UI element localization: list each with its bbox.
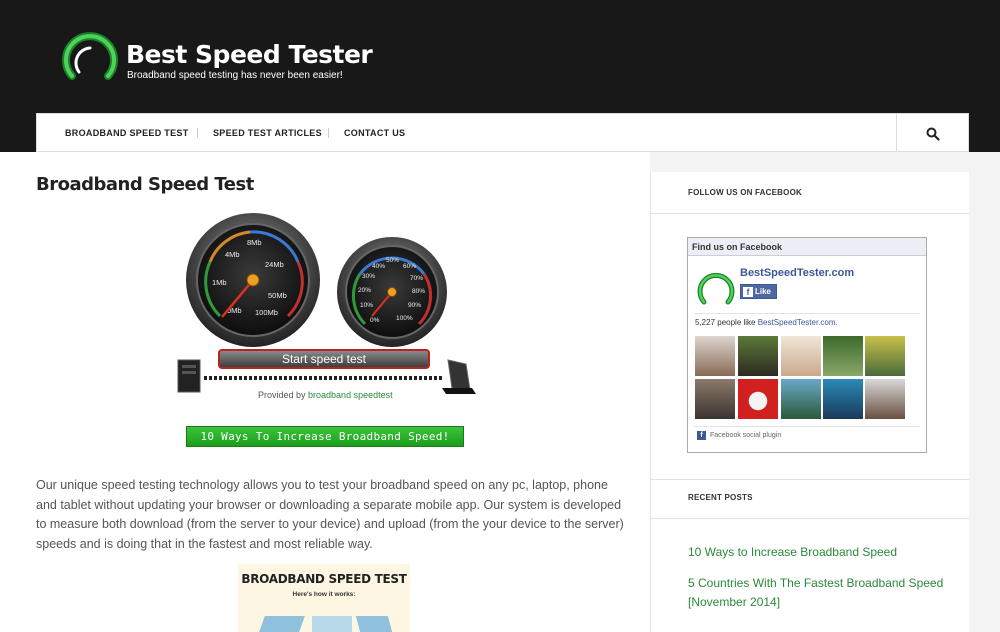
facebook-like-button[interactable]: f Like xyxy=(740,284,777,299)
avatar[interactable] xyxy=(781,379,821,419)
infographic-shape xyxy=(259,616,305,632)
avatar[interactable] xyxy=(823,336,863,376)
facebook-page-name[interactable]: BestSpeedTester.com xyxy=(740,267,854,279)
fb-divider xyxy=(694,313,920,314)
facebook-icon: f xyxy=(697,431,706,440)
progress-gauge: 0% 10% 20% 30% 40% 50% 60% 70% 80% 90% 1… xyxy=(337,237,447,347)
infographic-image[interactable]: BROADBAND SPEED TEST Here's how it works… xyxy=(238,564,410,632)
gauge-tick-label: 60% xyxy=(403,263,416,270)
widget-divider xyxy=(651,479,971,480)
recent-post-link[interactable]: 5 Countries With The Fastest Broadband S… xyxy=(688,574,958,612)
widget-divider xyxy=(651,518,971,519)
gauge-tick-label: 100Mb xyxy=(255,308,278,317)
facebook-icon: f xyxy=(743,287,753,297)
avatar[interactable] xyxy=(781,336,821,376)
start-speed-test-button[interactable]: Start speed test xyxy=(218,349,430,369)
gauge-tick-label: 90% xyxy=(408,302,421,309)
search-button[interactable] xyxy=(896,114,968,152)
speedometer-widget: 0Mb 1Mb 4Mb 8Mb 24Mb 50Mb 100Mb 0% 10% 2… xyxy=(177,213,476,394)
nav-item-broadband-speed-test[interactable]: BROADBAND SPEED TEST xyxy=(65,114,189,152)
widget-divider xyxy=(651,213,971,214)
fb-divider xyxy=(694,426,920,427)
gauge-tick-label: 1Mb xyxy=(212,278,227,287)
page-title: Broadband Speed Test xyxy=(36,174,254,195)
search-icon xyxy=(926,127,940,141)
intro-paragraph: Our unique speed testing technology allo… xyxy=(36,478,624,551)
gauge-tick-label: 30% xyxy=(362,273,375,280)
provided-by-label: Provided by xyxy=(258,390,309,400)
facebook-plugin-label[interactable]: Facebook social plugin xyxy=(710,432,781,439)
avatar[interactable] xyxy=(695,336,735,376)
site-title[interactable]: Best Speed Tester xyxy=(126,40,373,69)
provided-by-text: Provided by broadband speedtest xyxy=(258,390,393,400)
facebook-fan-faces xyxy=(695,336,907,420)
avatar[interactable] xyxy=(738,336,778,376)
page-margin xyxy=(969,152,1000,632)
gauge-tick-label: 50Mb xyxy=(268,291,287,300)
like-label: Like xyxy=(755,287,772,296)
site-tagline: Broadband speed testing has never been e… xyxy=(127,70,343,81)
recent-posts-title: RECENT POSTS xyxy=(688,493,753,502)
avatar[interactable] xyxy=(865,379,905,419)
gauge-tick-label: 24Mb xyxy=(265,260,284,269)
facebook-widget-title: FOLLOW US ON FACEBOOK xyxy=(688,188,802,197)
infographic-shape xyxy=(355,616,393,632)
main-nav: BROADBAND SPEED TEST SPEED TEST ARTICLES… xyxy=(36,113,969,152)
gauge-tick-label: 20% xyxy=(358,287,371,294)
avatar[interactable] xyxy=(865,336,905,376)
gauge-tick-label: 70% xyxy=(410,275,423,282)
facebook-box-header: Find us on Facebook xyxy=(688,238,926,256)
computer-icon xyxy=(177,359,201,393)
main-content: Broadband Speed Test 0Mb 1Mb 4Mb 8Mb 24M… xyxy=(0,152,650,632)
sidebar: FOLLOW US ON FACEBOOK Find us on Faceboo… xyxy=(650,172,971,632)
download-gauge: 0Mb 1Mb 4Mb 8Mb 24Mb 50Mb 100Mb xyxy=(186,213,320,347)
avatar[interactable] xyxy=(695,379,735,419)
facebook-plugin-footer: f Facebook social plugin xyxy=(697,431,781,440)
infographic-title: BROADBAND SPEED TEST xyxy=(241,572,407,586)
speedometer-logo-icon[interactable] xyxy=(62,32,118,82)
server-icon xyxy=(442,359,476,394)
gauge-tick-label: 4Mb xyxy=(225,250,240,259)
like-count-link[interactable]: BestSpeedTester.com. xyxy=(758,318,838,327)
gauge-tick-label: 100% xyxy=(396,315,413,322)
nav-divider xyxy=(328,128,329,138)
like-count-text: 5,227 people like xyxy=(695,318,758,327)
facebook-like-box: Find us on Facebook BestSpeedTester.com … xyxy=(687,237,927,453)
gauge-tick-label: 8Mb xyxy=(247,238,262,247)
nav-item-speed-test-articles[interactable]: SPEED TEST ARTICLES xyxy=(213,114,322,152)
gauge-tick-label: 50% xyxy=(386,257,399,264)
gauge-tick-label: 40% xyxy=(372,263,385,270)
facebook-like-count: 5,227 people like BestSpeedTester.com. xyxy=(695,318,838,327)
provided-by-link[interactable]: broadband speedtest xyxy=(308,390,393,400)
nav-item-contact-us[interactable]: CONTACT US xyxy=(344,114,405,152)
page-avatar-icon[interactable] xyxy=(696,268,736,308)
avatar[interactable] xyxy=(738,379,778,419)
infographic-subtitle: Here's how it works: xyxy=(292,591,356,598)
nav-divider xyxy=(197,128,198,138)
avatar[interactable] xyxy=(823,379,863,419)
gauge-tick-label: 0% xyxy=(370,317,380,324)
gauge-tick-label: 80% xyxy=(412,288,425,295)
infographic-shape xyxy=(312,616,352,632)
gauge-tick-label: 10% xyxy=(360,302,373,309)
recent-post-link[interactable]: 10 Ways to Increase Broadband Speed xyxy=(688,543,958,562)
increase-speed-button[interactable]: 10 Ways To Increase Broadband Speed! xyxy=(186,426,464,447)
